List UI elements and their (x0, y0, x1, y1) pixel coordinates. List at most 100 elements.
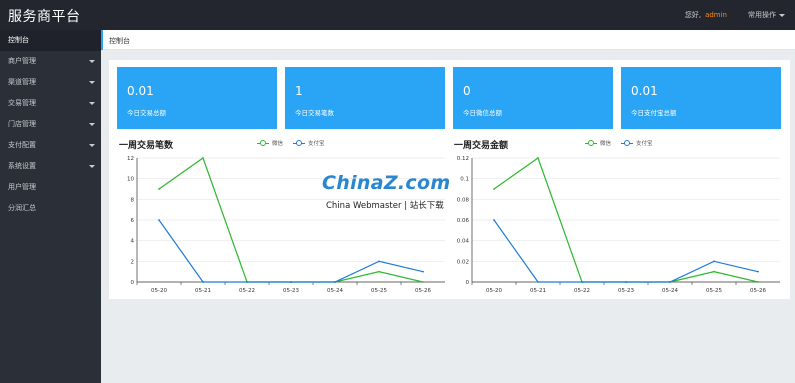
y-tick-label: 0.04 (457, 239, 470, 245)
sidebar-item-users[interactable]: 用户管理 (0, 177, 101, 198)
y-tick-label: 10 (127, 177, 134, 183)
sidebar-item-label: 支付配置 (8, 141, 36, 149)
x-tick-label: 05-21 (195, 288, 211, 294)
stat-value: 1 (295, 84, 303, 98)
sidebar-item-system-settings[interactable]: 系统设置 (0, 156, 101, 177)
sidebar-item-label: 分润汇总 (8, 204, 36, 212)
breadcrumb: 控制台 (101, 30, 795, 50)
data-point (757, 281, 759, 283)
chevron-down-icon (89, 60, 95, 63)
stat-card-alipay-amount: 0.01 今日支付宝总额 (621, 67, 781, 129)
sidebar: 控制台 商户管理 渠道管理 交易管理 门店管理 支付配置 系统设置 用户管理 分… (0, 30, 101, 383)
sidebar-item-label: 控制台 (8, 36, 29, 44)
x-tick-label: 05-24 (327, 288, 343, 294)
data-point (158, 188, 160, 190)
legend-item-wechat[interactable]: 微信 (257, 139, 283, 147)
data-point (202, 281, 204, 283)
data-point (581, 281, 583, 283)
chevron-down-icon (89, 144, 95, 147)
y-tick-label: 8 (131, 197, 135, 203)
username-link[interactable]: admin (705, 11, 727, 19)
stat-card-wechat-amount: 0 今日微信总额 (453, 67, 613, 129)
sidebar-item-stores[interactable]: 门店管理 (0, 114, 101, 135)
sidebar-item-label: 用户管理 (8, 183, 36, 191)
y-tick-label: 0.12 (457, 156, 469, 162)
sidebar-item-label: 门店管理 (8, 120, 36, 128)
data-point (713, 270, 715, 273)
legend-label: 微信 (272, 141, 284, 147)
watermark-subtitle: China Webmaster | 站长下载 (326, 201, 444, 211)
chevron-down-icon (89, 165, 95, 168)
data-point (713, 260, 715, 263)
x-tick-label: 05-20 (486, 288, 502, 294)
greeting-text: 您好, (684, 11, 702, 19)
stat-value: 0 (463, 84, 471, 98)
data-point (158, 219, 160, 221)
legend-line-icon (293, 140, 306, 146)
legend-item-alipay[interactable]: 支付宝 (621, 139, 653, 147)
stat-label: 今日微信总额 (463, 109, 502, 117)
x-tick-label: 05-24 (662, 288, 678, 294)
chart-title: 一周交易笔数 (119, 141, 174, 151)
x-tick-label: 05-22 (239, 288, 255, 294)
chevron-down-icon (89, 102, 95, 105)
y-tick-label: 2 (131, 259, 135, 265)
stat-label: 今日交易笔数 (295, 109, 334, 117)
chart-legend: 微信 支付宝 (257, 139, 335, 147)
legend-item-wechat[interactable]: 微信 (585, 139, 611, 147)
sidebar-item-payment-config[interactable]: 支付配置 (0, 135, 101, 156)
data-point (625, 281, 627, 283)
x-tick-label: 05-25 (371, 288, 387, 294)
weekly-amount-chart: 一周交易金额 微信 支付宝 0 0.02 0.04 0.06 0.08 0.1 0.12 05… (454, 134, 794, 296)
sidebar-item-label: 系统设置 (8, 162, 36, 170)
data-point (537, 157, 539, 159)
data-point (246, 281, 248, 283)
data-point (422, 281, 424, 283)
legend-label: 支付宝 (308, 141, 325, 147)
legend-line-icon (585, 140, 597, 146)
stat-label: 今日交易总额 (127, 109, 166, 117)
y-tick-label: 4 (131, 239, 135, 245)
line-chart: 00.020.040.060.080.10.1205-20 05-21 05-22 0… (457, 156, 780, 294)
data-point (537, 281, 539, 283)
legend-item-alipay[interactable]: 支付宝 (293, 139, 325, 147)
data-point (378, 270, 380, 273)
data-point (669, 281, 671, 283)
x-tick-label: 05-25 (706, 288, 722, 294)
data-point (493, 219, 495, 221)
sidebar-item-dashboard[interactable]: 控制台 (0, 30, 101, 51)
chevron-down-icon (779, 13, 785, 17)
y-tick-label: 0.06 (457, 218, 470, 224)
chart-legend: 微信 支付宝 (585, 139, 663, 147)
sidebar-item-label: 商户管理 (8, 57, 36, 65)
common-operations-menu[interactable]: 常用操作 (748, 10, 785, 20)
sidebar-item-transactions[interactable]: 交易管理 (0, 93, 101, 114)
sidebar-item-channels[interactable]: 渠道管理 (0, 72, 101, 93)
weekly-count-chart: 一周交易笔数 微信 支付宝 0 2 4 6 8 10 12 05-20 05-21 05-22 05… (119, 134, 459, 296)
y-tick-label: 0 (466, 280, 470, 286)
x-tick-label: 05-26 (415, 288, 431, 294)
sidebar-item-profit-summary[interactable]: 分润汇总 (0, 198, 101, 219)
stat-card-transaction-count: 1 今日交易笔数 (285, 67, 445, 129)
stat-value: 0.01 (631, 84, 658, 98)
y-tick-label: 6 (131, 218, 135, 224)
data-point (422, 270, 424, 273)
tab-dashboard[interactable]: 控制台 (109, 36, 130, 46)
common-operations-label: 常用操作 (748, 11, 776, 19)
x-tick-label: 05-23 (283, 288, 299, 294)
x-tick-label: 05-26 (750, 288, 766, 294)
user-greeting: 您好, admin (685, 10, 727, 20)
x-tick-label: 05-23 (618, 288, 634, 294)
legend-line-icon (257, 140, 269, 146)
legend-line-icon (621, 140, 634, 146)
x-tick-label: 05-20 (151, 288, 167, 294)
x-tick-label: 05-22 (574, 288, 590, 294)
y-tick-label: 0.02 (457, 259, 469, 265)
sidebar-item-label: 渠道管理 (8, 78, 36, 86)
chevron-down-icon (89, 81, 95, 84)
sidebar-item-merchants[interactable]: 商户管理 (0, 51, 101, 72)
legend-label: 支付宝 (636, 141, 653, 147)
data-point (202, 157, 204, 159)
data-point (378, 260, 380, 263)
top-bar: 服务商平台 您好, admin 常用操作 (0, 0, 795, 30)
